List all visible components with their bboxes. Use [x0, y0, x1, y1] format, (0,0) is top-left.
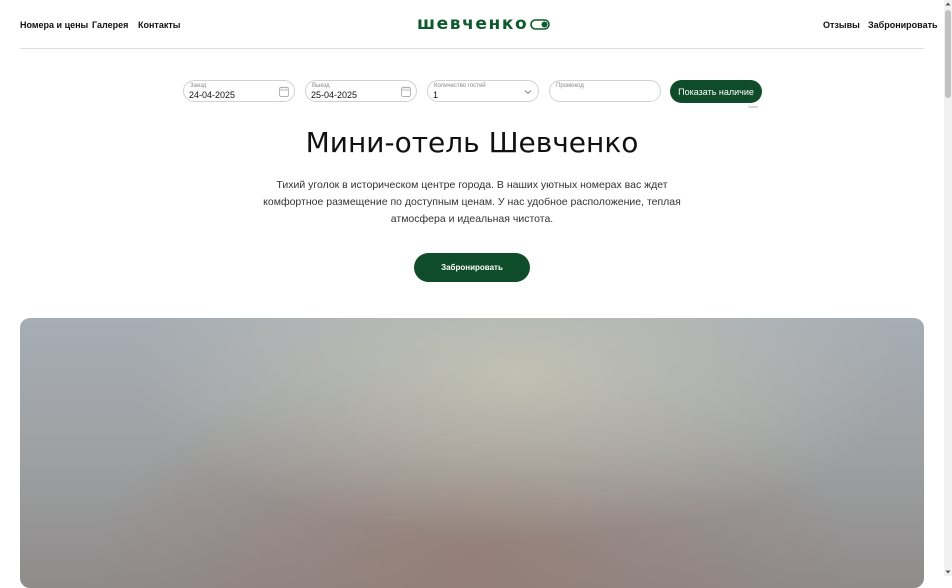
checkout-value: 25-04-2025 — [311, 90, 358, 100]
promo-input[interactable]: Промокод — [549, 80, 661, 102]
hero-title: Мини-отель Шевченко — [305, 126, 639, 159]
nav-reviews[interactable]: Отзывы — [823, 20, 860, 30]
checkin-field[interactable]: Заезд 24-04-2025 — [183, 80, 295, 102]
logo-mark-icon — [530, 18, 551, 30]
checkin-label: Заезд — [190, 83, 207, 89]
guests-label: Количество гостей — [434, 83, 486, 89]
promo-label: Промокод — [556, 83, 584, 89]
calendar-icon — [279, 86, 289, 97]
checkout-label: Выезд — [312, 83, 330, 89]
guests-value: 1 — [433, 90, 439, 100]
nav-book[interactable]: Забронировать — [868, 20, 938, 30]
nav-rooms-prices[interactable]: Номера и цены — [20, 20, 88, 30]
hero-description: Тихий уголок в историческом центре город… — [263, 179, 681, 225]
header-divider — [20, 48, 924, 49]
checkin-value: 24-04-2025 — [189, 90, 236, 100]
scroll-up-arrow-icon[interactable] — [944, 0, 952, 8]
site-header: Номера и цены Галерея Контакты шевченко … — [0, 0, 944, 50]
nav-gallery[interactable]: Галерея — [92, 20, 128, 30]
guests-select[interactable]: Количество гостей 1 — [427, 80, 539, 102]
scroll-down-arrow-icon[interactable] — [944, 568, 952, 576]
site-logo[interactable]: шевченко — [417, 14, 551, 34]
scroll-thumb[interactable] — [945, 10, 951, 98]
page-scrollbar[interactable] — [944, 0, 952, 576]
hero-image — [20, 318, 924, 588]
logo-text: шевченко — [417, 14, 529, 34]
book-button[interactable]: Забронировать — [414, 253, 530, 282]
checkout-field[interactable]: Выезд 25-04-2025 — [305, 80, 417, 102]
nav-contacts[interactable]: Контакты — [138, 20, 180, 30]
calendar-icon — [401, 86, 411, 97]
booking-widget-note: Sales — [748, 104, 759, 109]
show-availability-button[interactable]: Показать наличие — [670, 80, 762, 103]
chevron-down-icon — [524, 90, 532, 95]
